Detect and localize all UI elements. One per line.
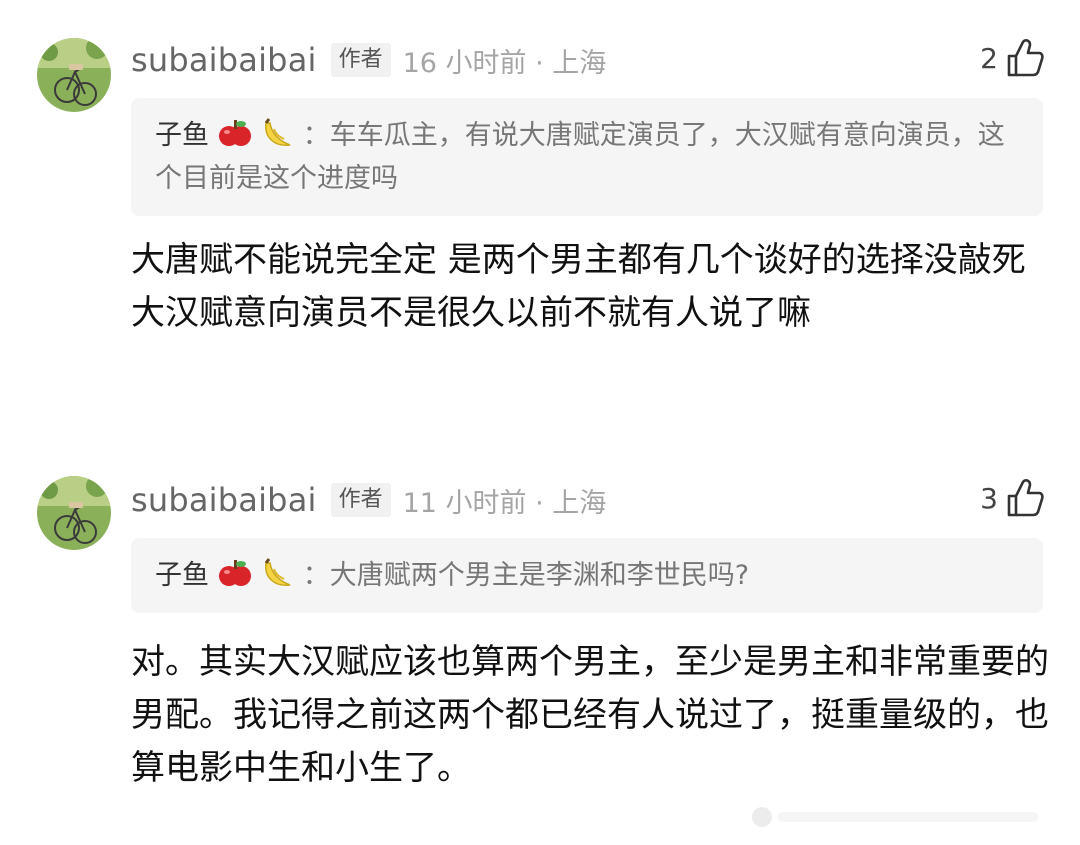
username[interactable]: subaibaibai <box>131 41 317 79</box>
username[interactable]: subaibaibai <box>131 481 317 519</box>
banana-emoji-icon <box>264 557 291 586</box>
quoted-username[interactable]: 子鱼 <box>155 560 209 591</box>
author-badge: 作者 <box>330 43 391 77</box>
apple-emoji-icon <box>218 119 251 146</box>
like-count: 2 <box>980 41 998 75</box>
avatar[interactable] <box>37 476 111 550</box>
quote-separator: ： <box>302 120 330 151</box>
watermark-icon <box>752 807 1038 827</box>
banana-emoji-icon <box>264 117 291 146</box>
thumbs-up-icon <box>1007 39 1044 77</box>
like-button[interactable]: 2 <box>980 38 1044 78</box>
comment-body: 大唐赋不能说完全定 是两个男主都有几个谈好的选择没敲死 大汉赋意向演员不是很久以… <box>131 240 1026 333</box>
bicycle-avatar-icon <box>37 476 111 550</box>
like-count: 3 <box>980 481 998 515</box>
quoted-reply[interactable]: 子鱼 ：车车瓜主，有说大唐赋定演员了，大汉赋有意向演员，这个目前是这个进度吗 <box>131 98 1043 216</box>
apple-emoji-icon <box>218 559 251 586</box>
comment-meta: 16 小时前 · 上海 <box>402 47 607 79</box>
like-button[interactable]: 3 <box>980 478 1044 518</box>
comment-body: 对。其实大汉赋应该也算两个男主，至少是男主和非常重要的男配。我记得之前这两个都已… <box>131 642 1049 788</box>
quote-separator: ： <box>302 560 330 591</box>
avatar[interactable] <box>37 38 111 112</box>
author-badge: 作者 <box>330 483 391 517</box>
bicycle-avatar-icon <box>37 38 111 112</box>
comment-meta: 11 小时前 · 上海 <box>402 487 607 519</box>
quoted-username[interactable]: 子鱼 <box>155 120 209 151</box>
quoted-reply[interactable]: 子鱼 ：大唐赋两个男主是李渊和李世民吗? <box>131 538 1043 613</box>
thumbs-up-icon <box>1007 479 1044 517</box>
quoted-text: 大唐赋两个男主是李渊和李世民吗? <box>329 560 750 591</box>
